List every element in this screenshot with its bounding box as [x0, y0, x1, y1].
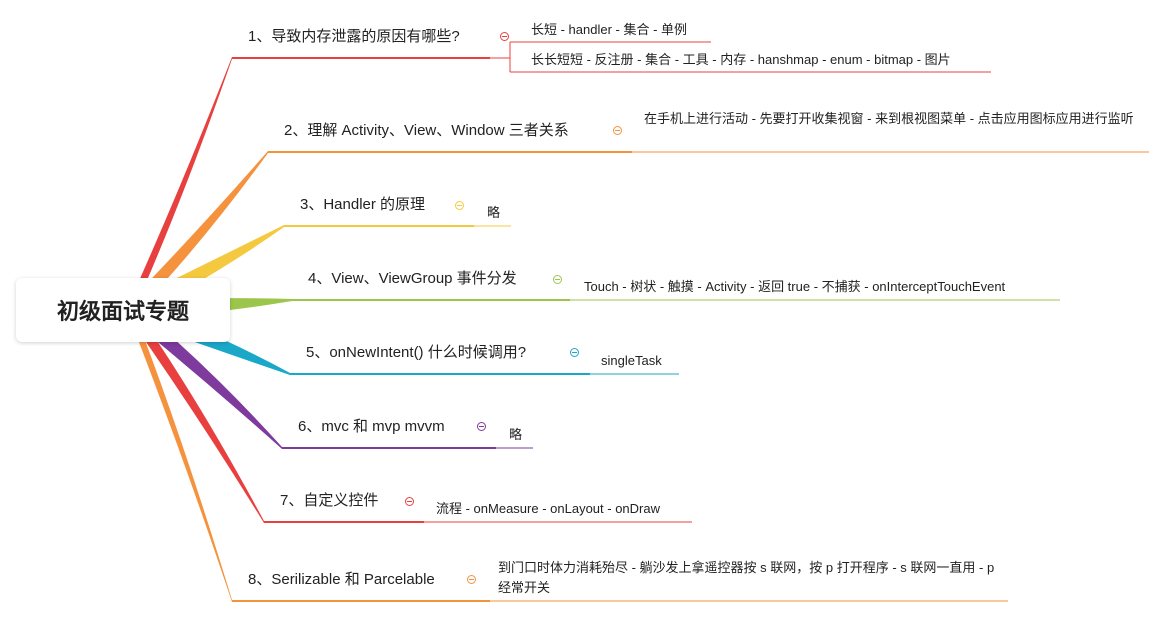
collapse-icon[interactable]: [570, 348, 579, 357]
topic-7[interactable]: 7、自定义控件: [280, 492, 378, 510]
root-topic[interactable]: 初级面试专题: [16, 278, 230, 342]
leaf-6-1[interactable]: 略: [509, 425, 533, 445]
leaf-3-1[interactable]: 略: [487, 203, 511, 223]
leaf-1-2[interactable]: 长长短短 - 反注册 - 集合 - 工具 - 内存 - hanshmap - e…: [531, 50, 991, 70]
collapse-icon[interactable]: [477, 422, 486, 431]
collapse-icon[interactable]: [405, 497, 414, 506]
collapse-icon[interactable]: [467, 575, 476, 584]
leaf-connector-1: [490, 42, 511, 72]
leaf-1-1[interactable]: 长短 - handler - 集合 - 单例: [531, 20, 711, 40]
topic-3[interactable]: 3、Handler 的原理: [300, 196, 425, 214]
leaf-4-1[interactable]: Touch - 树状 - 触摸 - Activity - 返回 true - 不…: [584, 277, 1060, 297]
topic-1[interactable]: 1、导致内存泄露的原因有哪些?: [248, 28, 460, 46]
topic-8[interactable]: 8、Serilizable 和 Parcelable: [248, 571, 435, 589]
leaf-7-1[interactable]: 流程 - onMeasure - onLayout - onDraw: [436, 499, 692, 519]
root-topic-label: 初级面试专题: [56, 299, 189, 324]
leaf-8-1[interactable]: 到门口时体力消耗殆尽 - 躺沙发上拿遥控器按 s 联网，按 p 打开程序 - s…: [498, 558, 1008, 598]
leaf-2-1[interactable]: 在手机上进行活动 - 先要打开收集视窗 - 来到根视图菜单 - 点击应用图标应用…: [644, 109, 1149, 129]
topic-2[interactable]: 2、理解 Activity、View、Window 三者关系: [284, 122, 569, 140]
leaf-5-1[interactable]: singleTask: [601, 351, 679, 371]
collapse-icon[interactable]: [553, 275, 562, 284]
collapse-icon[interactable]: [455, 201, 464, 210]
collapse-icon[interactable]: [613, 126, 622, 135]
topic-4[interactable]: 4、View、ViewGroup 事件分发: [308, 270, 517, 288]
collapse-icon[interactable]: [500, 32, 509, 41]
topic-6[interactable]: 6、mvc 和 mvp mvvm: [298, 418, 445, 436]
topic-5[interactable]: 5、onNewIntent() 什么时候调用?: [306, 344, 526, 362]
